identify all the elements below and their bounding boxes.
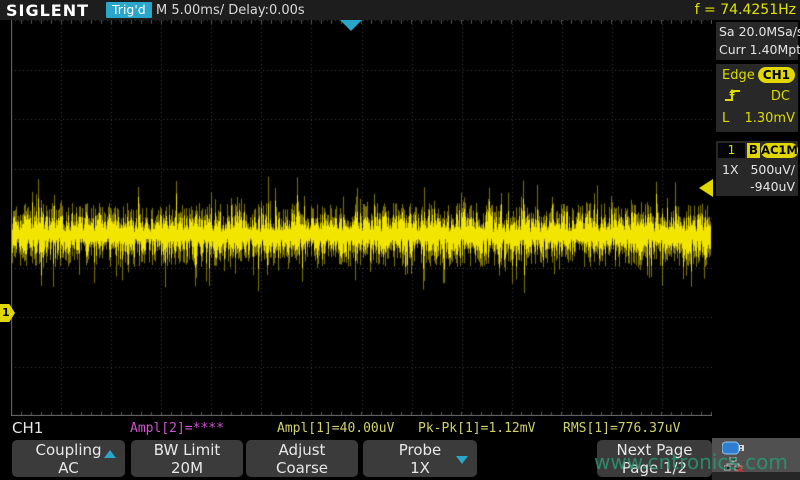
trigger-info-box[interactable]: Edge CH1 DC L 1.30mV [716, 64, 798, 132]
probe-attenuation: 1X [722, 162, 739, 177]
waveform-display-area [11, 20, 712, 416]
trigger-position-marker-icon[interactable] [340, 20, 362, 31]
right-sidebar: Sa 20.0MSa/s Curr 1.40Mpts Edge CH1 DC L… [713, 20, 800, 438]
adjust-button-value: Coarse [246, 459, 358, 477]
rising-edge-icon [724, 88, 742, 103]
trigger-level-label: L [722, 111, 729, 126]
trigger-coupling: DC [771, 89, 790, 104]
sample-rate: Sa 20.0MSa/s [719, 23, 798, 41]
trigger-status-badge: Trig'd [106, 2, 152, 18]
probe-button[interactable]: Probe 1X [363, 440, 477, 477]
volts-per-div: 500uV/ [750, 162, 795, 177]
down-arrow-icon [456, 456, 468, 464]
channel-number: 1 [718, 143, 745, 158]
coupling-button[interactable]: Coupling AC [12, 440, 125, 477]
bw-limit-button-title: BW Limit [131, 441, 243, 459]
timebase-readout: M 5.00ms/ Delay:0.00s [156, 3, 305, 18]
siglent-logo: SIGLENT [6, 1, 89, 20]
measurement-rms: RMS[1]=776.37uV [563, 421, 680, 436]
measurement-ampl2: Ampl[2]=**** [130, 421, 224, 436]
measurement-ampl1: Ampl[1]=40.00uV [277, 421, 394, 436]
top-status-bar: SIGLENT Trig'd M 5.00ms/ Delay:0.00s f =… [0, 0, 800, 20]
trigger-source-badge: CH1 [758, 67, 795, 83]
measurement-channel-label: CH1 [12, 419, 43, 437]
acquisition-info-box: Sa 20.0MSa/s Curr 1.40Mpts [716, 22, 798, 60]
channel-coupling-badge: AC1M [761, 143, 798, 158]
bw-limit-button-value: 20M [131, 459, 243, 477]
bandwidth-limit-badge: B [747, 143, 760, 158]
channel1-info-box[interactable]: 1 B AC1M 1X 500uV/ -940uV [716, 141, 798, 196]
channel-offset: -940uV [750, 179, 795, 194]
memory-depth: Curr 1.40Mpts [719, 41, 798, 59]
frequency-counter: f = 74.4251Hz [695, 2, 796, 18]
bw-limit-button[interactable]: BW Limit 20M [131, 440, 243, 477]
watermark-text: www.cntronics.com [594, 450, 788, 474]
adjust-button[interactable]: Adjust Coarse [246, 440, 358, 477]
adjust-button-title: Adjust [246, 441, 358, 459]
waveform-canvas [11, 20, 712, 416]
trigger-level-value: 1.30mV [744, 111, 795, 126]
coupling-button-value: AC [12, 459, 125, 477]
measurement-pkpk: Pk-Pk[1]=1.12mV [418, 421, 535, 436]
trigger-type: Edge [722, 68, 755, 83]
up-arrow-icon [104, 450, 116, 458]
